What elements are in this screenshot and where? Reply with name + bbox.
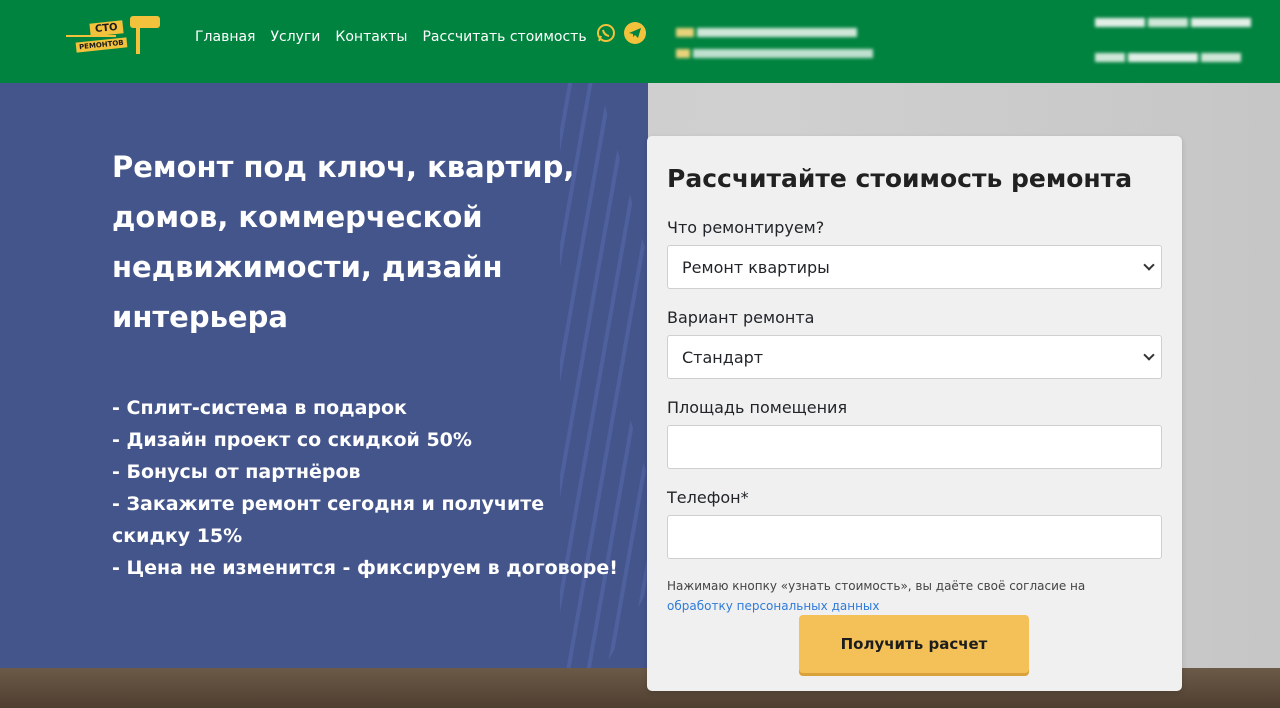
cost-form-card: Рассчитайте стоимость ремонта Что ремонт… <box>647 136 1182 691</box>
site-header: СТО РЕМОНТОВ Главная Услуги Контакты Рас… <box>0 0 1280 83</box>
benefits-list: - Сплит-система в подарок - Дизайн проек… <box>112 392 622 584</box>
nav-services[interactable]: Услуги <box>270 29 320 45</box>
benefit-item: - Закажите ремонт сегодня и получите ски… <box>112 493 545 547</box>
blurred-contact-info <box>676 22 876 62</box>
what-label: Что ремонтируем? <box>667 218 825 237</box>
whatsapp-link[interactable] <box>595 22 617 44</box>
get-estimate-button[interactable]: Получить расчет <box>799 615 1029 673</box>
repair-variant-value: Стандарт <box>682 347 764 367</box>
benefit-item: - Дизайн проект со скидкой 50% <box>112 429 472 451</box>
phone-label: Телефон* <box>667 488 749 507</box>
nav-contacts[interactable]: Контакты <box>335 29 407 45</box>
area-input[interactable] <box>667 425 1162 469</box>
main-nav: Главная Услуги Контакты Рассчитать стоим… <box>195 29 602 45</box>
nav-calculate[interactable]: Рассчитать стоимость <box>422 29 586 45</box>
blurred-phone-info <box>1095 12 1254 66</box>
consent-text-body: Нажимаю кнопку «узнать стоимость», вы да… <box>667 579 1086 593</box>
chevron-down-icon <box>1143 259 1155 271</box>
benefit-item: - Цена не изменится - фиксируем в догово… <box>112 557 618 579</box>
telegram-icon <box>629 28 641 38</box>
hero-title: Ремонт под ключ, квартир, домов, коммерч… <box>112 150 575 334</box>
area-label: Площадь помещения <box>667 398 848 417</box>
whatsapp-icon <box>597 24 615 42</box>
phone-input[interactable] <box>667 515 1162 559</box>
repair-type-value: Ремонт квартиры <box>682 257 830 277</box>
benefit-item: - Сплит-система в подарок <box>112 397 407 419</box>
telegram-link[interactable] <box>624 22 646 44</box>
variant-label: Вариант ремонта <box>667 308 815 327</box>
nav-home[interactable]: Главная <box>195 29 255 45</box>
form-title: Рассчитайте стоимость ремонта <box>667 164 1133 193</box>
logo[interactable]: СТО РЕМОНТОВ <box>66 12 170 58</box>
chevron-down-icon <box>1143 349 1155 361</box>
privacy-link[interactable]: обработку персональных данных <box>667 599 880 613</box>
benefit-item: - Бонусы от партнёров <box>112 461 361 483</box>
repair-variant-select[interactable]: Стандарт <box>667 335 1162 379</box>
repair-type-select[interactable]: Ремонт квартиры <box>667 245 1162 289</box>
consent-text: Нажимаю кнопку «узнать стоимость», вы да… <box>667 576 1147 616</box>
